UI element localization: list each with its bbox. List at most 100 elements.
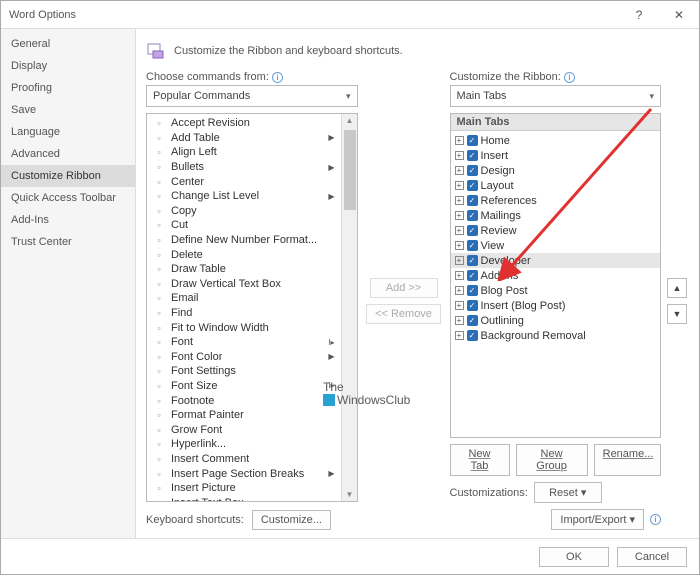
sidebar-item-add-ins[interactable]: Add-Ins	[1, 209, 135, 231]
add-button[interactable]: Add >>	[370, 278, 438, 298]
command-item[interactable]: ▫Insert Picture	[147, 481, 341, 496]
command-item[interactable]: ▫Copy	[147, 204, 341, 219]
info-icon[interactable]: i	[564, 72, 575, 83]
close-button[interactable]: ✕	[659, 1, 699, 29]
command-item[interactable]: ▫Insert Text Box	[147, 495, 341, 501]
ribbon-tab-item[interactable]: +✓Add-Ins	[451, 268, 661, 283]
checkbox-icon[interactable]: ✓	[467, 180, 478, 191]
choose-commands-combo[interactable]: Popular Commands ▾	[146, 85, 358, 107]
checkbox-icon[interactable]: ✓	[467, 315, 478, 326]
command-item[interactable]: ▫Footnote	[147, 393, 341, 408]
command-item[interactable]: ▫Add Table▶	[147, 131, 341, 146]
command-item[interactable]: ▫Font SizeI▸	[147, 379, 341, 394]
command-item[interactable]: ▫Insert Page Section Breaks▶	[147, 466, 341, 481]
expand-icon[interactable]: +	[455, 256, 464, 265]
ribbon-tab-item[interactable]: +✓Home	[451, 133, 661, 148]
ribbon-tab-item[interactable]: +✓Blog Post	[451, 283, 661, 298]
command-item[interactable]: ▫Accept Revision	[147, 116, 341, 131]
checkbox-icon[interactable]: ✓	[467, 135, 478, 146]
command-item[interactable]: ▫Hyperlink...	[147, 437, 341, 452]
expand-icon[interactable]: +	[455, 331, 464, 340]
command-item[interactable]: ▫Align Left	[147, 145, 341, 160]
command-item[interactable]: ▫Cut	[147, 218, 341, 233]
expand-icon[interactable]: +	[455, 286, 464, 295]
ribbon-tab-item[interactable]: +✓Review	[451, 223, 661, 238]
commands-listbox[interactable]: ▫Accept Revision▫Add Table▶▫Align Left▫B…	[146, 113, 358, 502]
command-item[interactable]: ▫Find	[147, 306, 341, 321]
command-item[interactable]: ▫Grow Font	[147, 422, 341, 437]
command-item[interactable]: ▫Bullets▶	[147, 160, 341, 175]
cancel-button[interactable]: Cancel	[617, 547, 687, 567]
sidebar-item-save[interactable]: Save	[1, 99, 135, 121]
rename-button[interactable]: Rename...	[594, 444, 661, 476]
new-group-button[interactable]: New Group	[516, 444, 588, 476]
ribbon-tab-item[interactable]: +✓References	[451, 193, 661, 208]
new-tab-button[interactable]: New Tab	[450, 444, 510, 476]
command-item[interactable]: ▫Define New Number Format...	[147, 233, 341, 248]
expand-icon[interactable]: +	[455, 196, 464, 205]
scrollbar[interactable]	[341, 114, 357, 501]
sidebar-item-general[interactable]: General	[1, 33, 135, 55]
checkbox-icon[interactable]: ✓	[467, 330, 478, 341]
expand-icon[interactable]: +	[455, 226, 464, 235]
info-icon[interactable]: i	[272, 72, 283, 83]
tabs-listbox[interactable]: Main Tabs +✓Home+✓Insert+✓Design+✓Layout…	[450, 113, 662, 438]
command-item[interactable]: ▫Insert Comment	[147, 452, 341, 467]
expand-icon[interactable]: +	[455, 151, 464, 160]
scrollbar-thumb[interactable]	[344, 130, 356, 210]
move-up-button[interactable]: ▲	[667, 278, 687, 298]
expand-icon[interactable]: +	[455, 301, 464, 310]
command-item[interactable]: ▫Email	[147, 291, 341, 306]
sidebar-item-trust-center[interactable]: Trust Center	[1, 231, 135, 253]
expand-icon[interactable]: +	[455, 316, 464, 325]
ribbon-tab-item[interactable]: +✓Developer	[451, 253, 661, 268]
sidebar-item-customize-ribbon[interactable]: Customize Ribbon	[1, 165, 135, 187]
checkbox-icon[interactable]: ✓	[467, 225, 478, 236]
command-item[interactable]: ▫Delete	[147, 247, 341, 262]
ok-button[interactable]: OK	[539, 547, 609, 567]
expand-icon[interactable]: +	[455, 211, 464, 220]
sidebar-item-display[interactable]: Display	[1, 55, 135, 77]
expand-icon[interactable]: +	[455, 241, 464, 250]
command-item[interactable]: ▫Fit to Window Width	[147, 320, 341, 335]
info-icon[interactable]: i	[650, 514, 661, 525]
checkbox-icon[interactable]: ✓	[467, 270, 478, 281]
remove-button[interactable]: << Remove	[366, 304, 441, 324]
checkbox-icon[interactable]: ✓	[467, 285, 478, 296]
move-down-button[interactable]: ▼	[667, 304, 687, 324]
sidebar-item-advanced[interactable]: Advanced	[1, 143, 135, 165]
command-item[interactable]: ▫Font Settings	[147, 364, 341, 379]
command-item[interactable]: ▫Format Painter	[147, 408, 341, 423]
ribbon-tab-item[interactable]: +✓Layout	[451, 178, 661, 193]
checkbox-icon[interactable]: ✓	[467, 240, 478, 251]
expand-icon[interactable]: +	[455, 181, 464, 190]
ribbon-tab-item[interactable]: +✓Mailings	[451, 208, 661, 223]
ribbon-tab-item[interactable]: +✓Insert	[451, 148, 661, 163]
help-button[interactable]: ?	[619, 1, 659, 29]
ribbon-tab-item[interactable]: +✓Insert (Blog Post)	[451, 298, 661, 313]
ribbon-tab-item[interactable]: +✓Background Removal	[451, 328, 661, 343]
ribbon-tab-item[interactable]: +✓Outlining	[451, 313, 661, 328]
checkbox-icon[interactable]: ✓	[467, 195, 478, 206]
import-export-button[interactable]: Import/Export ▾	[551, 509, 644, 530]
checkbox-icon[interactable]: ✓	[467, 150, 478, 161]
ribbon-tab-item[interactable]: +✓Design	[451, 163, 661, 178]
command-item[interactable]: ▫Draw Table	[147, 262, 341, 277]
sidebar-item-quick-access-toolbar[interactable]: Quick Access Toolbar	[1, 187, 135, 209]
checkbox-icon[interactable]: ✓	[467, 255, 478, 266]
expand-icon[interactable]: +	[455, 271, 464, 280]
reset-button[interactable]: Reset ▾	[534, 482, 602, 503]
command-item[interactable]: ▫FontI▸	[147, 335, 341, 350]
expand-icon[interactable]: +	[455, 136, 464, 145]
checkbox-icon[interactable]: ✓	[467, 165, 478, 176]
sidebar-item-language[interactable]: Language	[1, 121, 135, 143]
command-item[interactable]: ▫Draw Vertical Text Box	[147, 277, 341, 292]
customize-ribbon-combo[interactable]: Main Tabs ▾	[450, 85, 662, 107]
command-item[interactable]: ▫Font Color▶	[147, 350, 341, 365]
checkbox-icon[interactable]: ✓	[467, 300, 478, 311]
ribbon-tab-item[interactable]: +✓View	[451, 238, 661, 253]
expand-icon[interactable]: +	[455, 166, 464, 175]
command-item[interactable]: ▫Center	[147, 174, 341, 189]
checkbox-icon[interactable]: ✓	[467, 210, 478, 221]
sidebar-item-proofing[interactable]: Proofing	[1, 77, 135, 99]
